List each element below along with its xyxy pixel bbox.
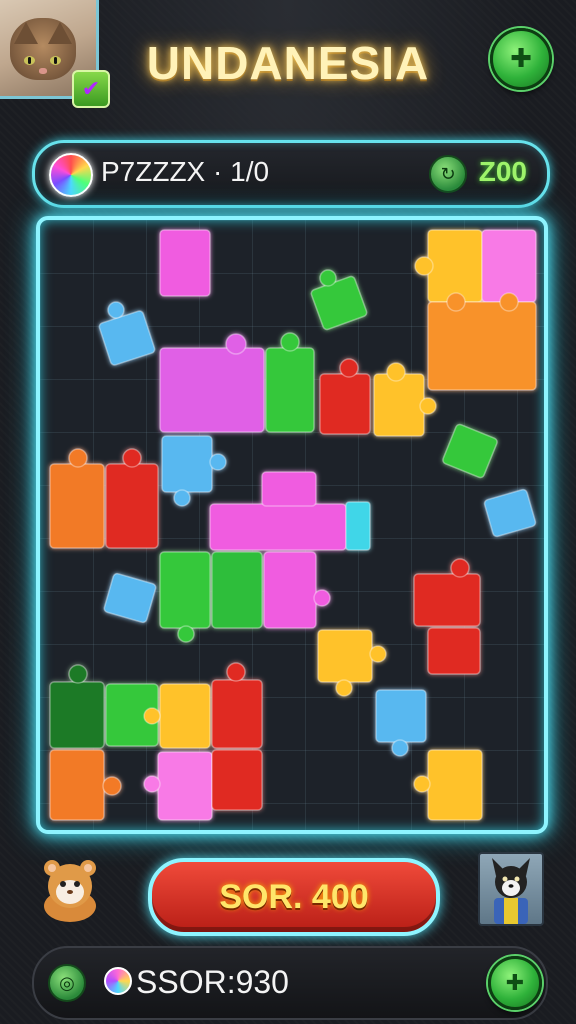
candy-gem-icon — [104, 967, 132, 995]
puzzle-piece — [310, 275, 368, 331]
puzzle-piece — [427, 627, 481, 675]
bottom-score: SSOR:930 — [136, 964, 289, 1000]
puzzle-piece — [98, 310, 156, 366]
puzzle-piece — [159, 551, 211, 629]
puzzle-piece — [317, 629, 373, 683]
status-bar: P7ZZZX · 1/0 ↻ Z00 — [32, 140, 550, 208]
puzzle-piece — [413, 573, 481, 627]
puzzle-piece — [499, 292, 519, 312]
puzzle-piece — [427, 301, 537, 391]
puzzle-piece — [414, 256, 434, 276]
puzzle-piece — [442, 423, 498, 479]
puzzle-piece — [375, 689, 427, 743]
puzzle-piece — [261, 471, 317, 507]
puzzle-piece — [419, 397, 437, 415]
puzzle-piece — [226, 662, 246, 682]
dog-character-icon[interactable] — [478, 852, 544, 926]
puzzle-piece — [68, 664, 88, 684]
puzzle-piece — [211, 551, 263, 629]
puzzle-piece — [413, 775, 431, 793]
puzzle-piece — [105, 463, 159, 549]
puzzle-icon: ✚ — [510, 44, 532, 74]
puzzle-piece — [319, 269, 337, 287]
puzzle-piece — [161, 435, 213, 493]
puzzle-piece — [157, 751, 213, 821]
level-label: P7ZZZX · 1/0 — [101, 156, 270, 187]
puzzle-piece — [209, 453, 227, 471]
puzzle-piece — [211, 679, 263, 749]
puzzle-piece — [159, 683, 211, 749]
puzzle-piece — [103, 572, 157, 624]
bottom-bar: ◎ SSOR:930 ✚ — [32, 946, 548, 1020]
puzzle-piece — [427, 229, 483, 303]
hamster-mascot-icon[interactable] — [32, 856, 108, 924]
puzzle-piece — [339, 358, 359, 378]
puzzle-piece — [280, 332, 300, 352]
puzzle-piece — [143, 775, 161, 793]
puzzle-piece — [177, 625, 195, 643]
puzzle-piece — [263, 551, 317, 629]
puzzle-piece — [481, 229, 537, 303]
puzzle-piece — [102, 776, 122, 796]
puzzle-piece — [49, 749, 105, 821]
puzzle-piece — [391, 739, 409, 757]
puzzle-piece — [345, 501, 371, 551]
puzzle-piece — [68, 448, 88, 468]
puzzle-piece — [49, 681, 105, 749]
puzzle-piece — [369, 645, 387, 663]
score-button[interactable]: SOR. 400 — [148, 858, 440, 936]
puzzle-piece — [209, 503, 347, 551]
puzzle-board[interactable] — [36, 216, 548, 834]
puzzle-piece — [335, 679, 353, 697]
puzzle-menu-button[interactable]: ✚ — [490, 28, 552, 90]
next-button[interactable]: ✚ — [488, 956, 542, 1010]
puzzle-piece — [143, 707, 161, 725]
puzzle-piece — [386, 362, 406, 382]
puzzle-piece — [159, 229, 211, 297]
puzzle-piece — [483, 488, 537, 538]
currency-value: Z00 — [478, 156, 527, 187]
puzzle-piece — [173, 489, 191, 507]
swirl-icon[interactable]: ◎ — [48, 964, 86, 1002]
puzzle-piece — [313, 589, 331, 607]
puzzle-piece — [446, 292, 466, 312]
rainbow-orb-icon — [49, 153, 93, 197]
green-coin-icon: ↻ — [429, 155, 467, 193]
puzzle-piece — [373, 373, 425, 437]
puzzle-piece — [450, 558, 470, 578]
puzzle-pieces-layer — [49, 229, 537, 821]
puzzle-piece — [427, 749, 483, 821]
puzzle-piece — [211, 749, 263, 811]
puzzle-piece — [122, 448, 142, 468]
puzzle-icon: ✚ — [505, 970, 525, 996]
puzzle-piece — [159, 347, 265, 433]
puzzle-piece — [107, 301, 125, 319]
puzzle-piece — [49, 463, 105, 549]
puzzle-piece — [319, 373, 371, 435]
puzzle-piece — [225, 333, 247, 355]
puzzle-piece — [265, 347, 315, 433]
